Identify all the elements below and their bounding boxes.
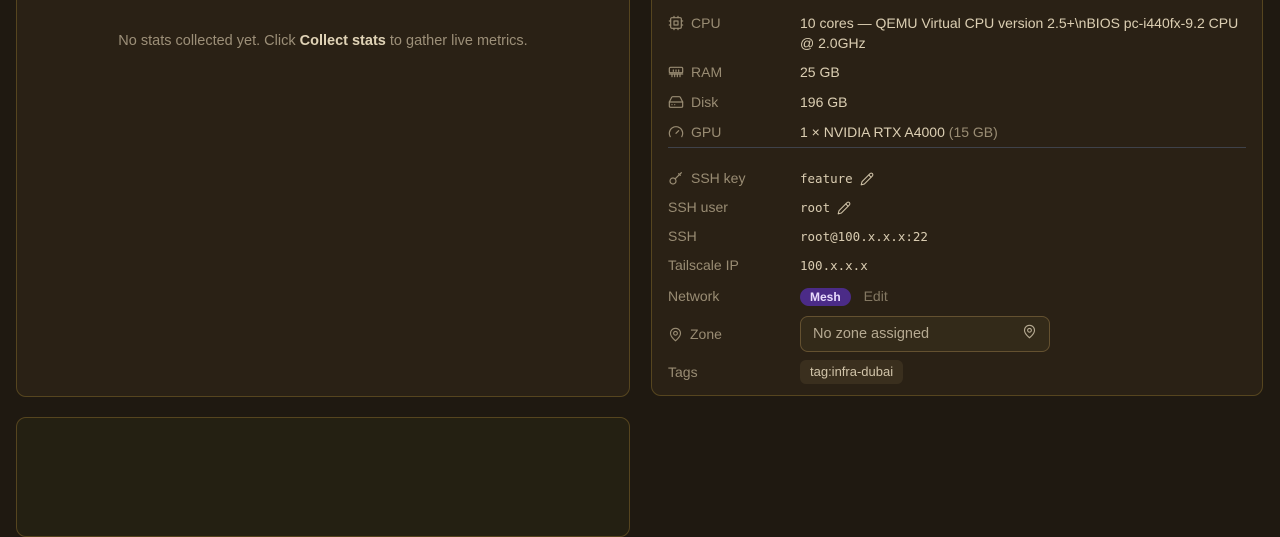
tailscale-ip-value: 100.x.x.x	[800, 258, 868, 273]
ssh-user-value: root	[800, 200, 831, 215]
ssh-label: SSH	[668, 228, 697, 244]
disk-value: 196 GB	[800, 94, 848, 110]
zone-select-placeholder: No zone assigned	[813, 326, 930, 342]
detail-row-tailscale-ip: Tailscale IP 100.x.x.x	[668, 255, 1246, 276]
tag-chip: tag:infra-dubai	[800, 360, 904, 384]
edit-ssh-user-icon[interactable]	[837, 201, 851, 215]
network-label: Network	[668, 288, 720, 304]
ram-label: RAM	[691, 64, 723, 80]
zone-label-group: Zone	[668, 324, 800, 344]
gpu-label: GPU	[691, 124, 722, 140]
zone-select[interactable]: No zone assigned	[800, 316, 1050, 352]
zone-label: Zone	[690, 326, 722, 342]
gpu-value-main: 1 × NVIDIA RTX A4000	[800, 124, 945, 140]
ssh-value: root@100.x.x.x:22	[800, 229, 928, 244]
disk-label-group: Disk	[668, 92, 800, 112]
detail-row-network: Network Mesh Edit	[668, 286, 1246, 306]
gpu-value-memory: (15 GB)	[948, 124, 998, 140]
detail-row-ssh: SSH root@100.x.x.x:22	[668, 226, 1246, 247]
detail-row-cpu: CPU 10 cores — QEMU Virtual CPU version …	[668, 13, 1246, 53]
no-stats-message: No stats collected yet. Click Collect st…	[17, 0, 629, 51]
ram-icon	[668, 64, 684, 80]
ram-value: 25 GB	[800, 64, 840, 80]
tags-label: Tags	[668, 364, 698, 380]
ssh-key-icon	[668, 170, 684, 186]
gpu-label-group: GPU	[668, 122, 800, 142]
detail-row-ram: RAM 25 GB	[668, 62, 1246, 82]
disk-label: Disk	[691, 94, 719, 110]
network-mode-badge: Mesh	[800, 288, 851, 306]
edit-ssh-key-icon[interactable]	[860, 172, 874, 186]
detail-row-ssh-user: SSH user root	[668, 197, 1246, 218]
tailscale-ip-label: Tailscale IP	[668, 257, 739, 273]
next-section-panel	[16, 417, 630, 537]
zone-pin-icon	[1022, 324, 1037, 344]
ssh-user-label: SSH user	[668, 199, 728, 215]
detail-row-gpu: GPU 1 × NVIDIA RTX A4000 (15 GB)	[668, 122, 1246, 142]
detail-row-zone: Zone No zone assigned	[668, 316, 1246, 352]
machine-details-panel: CPU 10 cores — QEMU Virtual CPU version …	[651, 0, 1263, 396]
network-edit-link[interactable]: Edit	[864, 288, 888, 304]
no-stats-message-suffix: to gather live metrics.	[385, 33, 528, 49]
map-pin-icon	[668, 327, 683, 342]
ssh-key-value: feature	[800, 171, 853, 186]
gpu-value: 1 × NVIDIA RTX A4000 (15 GB)	[800, 122, 1246, 142]
ssh-key-label-group: SSH key	[668, 168, 800, 188]
cpu-label-group: CPU	[668, 13, 800, 33]
detail-row-tags: Tags tag:infra-dubai	[668, 360, 1246, 384]
ssh-key-label: SSH key	[691, 170, 746, 186]
detail-row-disk: Disk 196 GB	[668, 92, 1246, 112]
cpu-label: CPU	[691, 15, 721, 31]
detail-row-ssh-key: SSH key feature	[668, 168, 1246, 189]
gpu-icon	[668, 124, 684, 140]
collect-stats-mention: Collect stats	[299, 33, 386, 49]
cpu-value: 10 cores — QEMU Virtual CPU version 2.5+…	[800, 15, 1239, 51]
section-divider	[668, 147, 1246, 148]
no-stats-message-prefix: No stats collected yet. Click	[118, 33, 300, 49]
disk-icon	[668, 94, 684, 110]
stats-panel: No stats collected yet. Click Collect st…	[16, 0, 630, 397]
ram-label-group: RAM	[668, 62, 800, 82]
cpu-icon	[668, 15, 684, 31]
